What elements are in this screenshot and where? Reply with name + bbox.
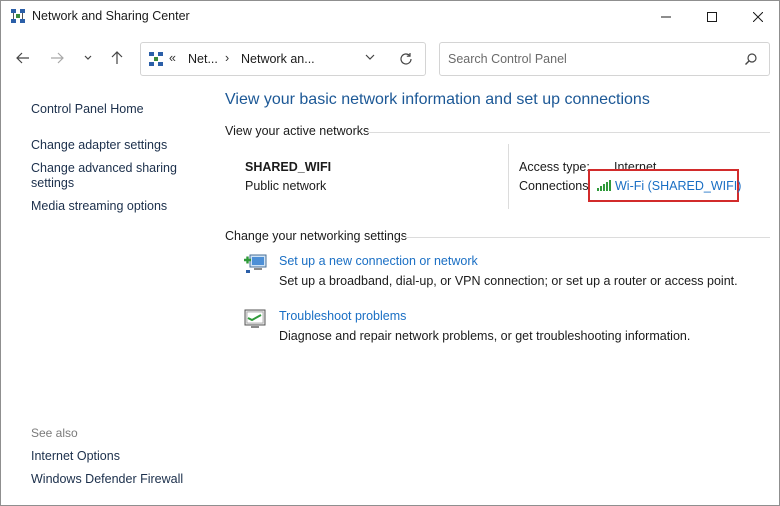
troubleshoot-link[interactable]: Troubleshoot problems xyxy=(279,309,406,323)
setup-connection-description: Set up a broadband, dial-up, or VPN conn… xyxy=(279,274,738,288)
see-also-label: See also xyxy=(31,426,78,440)
arrow-up-icon xyxy=(111,51,123,64)
troubleshoot-icon xyxy=(244,309,266,328)
address-bar[interactable]: « Net... › Network an... xyxy=(140,42,426,76)
access-type-label: Access type: xyxy=(519,160,590,174)
window: Network and Sharing Center « Net... › Ne… xyxy=(0,0,780,506)
setup-connection-link[interactable]: Set up a new connection or network xyxy=(279,254,478,268)
forward-button[interactable] xyxy=(46,47,68,69)
minimize-icon xyxy=(661,16,671,18)
chevron-down-icon xyxy=(84,55,92,60)
defender-firewall-link[interactable]: Windows Defender Firewall xyxy=(31,472,183,487)
breadcrumb-network-sharing[interactable]: Network an... xyxy=(241,52,315,66)
recent-locations-button[interactable] xyxy=(77,47,99,69)
maximize-icon xyxy=(707,12,717,22)
breadcrumb-separator[interactable]: › xyxy=(225,51,229,65)
connections-label: Connections: xyxy=(519,179,592,193)
search-box[interactable]: Search Control Panel xyxy=(439,42,770,76)
back-button[interactable] xyxy=(12,47,34,69)
internet-options-link[interactable]: Internet Options xyxy=(31,449,120,464)
divider xyxy=(508,144,509,209)
network-category-link[interactable]: Public network xyxy=(245,179,326,193)
refresh-icon[interactable] xyxy=(399,52,413,66)
network-name: SHARED_WIFI xyxy=(245,160,332,174)
close-button[interactable] xyxy=(735,1,779,33)
address-overflow-button[interactable]: « xyxy=(169,51,176,65)
search-input[interactable]: Search Control Panel xyxy=(448,52,567,66)
title-bar: Network and Sharing Center xyxy=(1,1,779,33)
change-advanced-sharing-link[interactable]: Change advanced sharing settings xyxy=(31,161,191,191)
search-icon[interactable] xyxy=(745,53,757,65)
active-networks-label: View your active networks xyxy=(225,124,370,138)
connection-highlight-box: Wi-Fi (SHARED_WIFI) xyxy=(588,169,741,202)
window-title: Network and Sharing Center xyxy=(32,9,190,23)
control-panel-home-link[interactable]: Control Panel Home xyxy=(31,102,144,117)
change-settings-label: Change your networking settings xyxy=(225,229,408,243)
new-connection-icon xyxy=(244,254,267,273)
wifi-signal-icon xyxy=(597,180,611,191)
arrow-left-icon xyxy=(16,52,29,64)
media-streaming-link[interactable]: Media streaming options xyxy=(31,199,167,214)
up-button[interactable] xyxy=(106,47,128,69)
divider xyxy=(367,132,770,133)
network-center-icon xyxy=(11,9,25,23)
change-adapter-settings-link[interactable]: Change adapter settings xyxy=(31,138,167,153)
troubleshoot-description: Diagnose and repair network problems, or… xyxy=(279,329,691,343)
arrow-right-icon xyxy=(51,52,64,64)
breadcrumb-network[interactable]: Net... xyxy=(188,52,218,66)
maximize-button[interactable] xyxy=(689,1,735,33)
divider xyxy=(405,237,770,238)
network-center-icon xyxy=(149,52,163,66)
address-dropdown-icon[interactable] xyxy=(365,53,375,61)
page-heading: View your basic network information and … xyxy=(225,91,650,108)
minimize-button[interactable] xyxy=(643,1,689,33)
wifi-connection-link[interactable]: Wi-Fi (SHARED_WIFI) xyxy=(615,179,741,193)
close-icon xyxy=(753,12,763,22)
